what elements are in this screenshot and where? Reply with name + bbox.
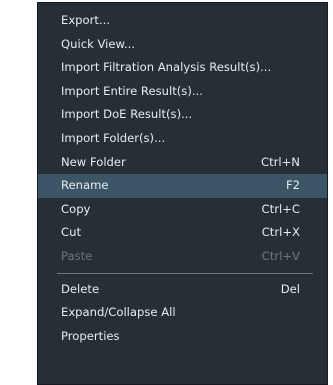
- menu-item-copy[interactable]: Copy Ctrl+C: [38, 198, 327, 222]
- menu-item-label: Expand/Collapse All: [61, 305, 176, 320]
- menu-item-import-folders[interactable]: Import Folder(s)...: [38, 127, 327, 151]
- menu-item-shortcut: Ctrl+N: [260, 154, 300, 169]
- menu-item-import-entire-results[interactable]: Import Entire Result(s)...: [38, 80, 327, 104]
- menu-item-label: Delete: [61, 281, 100, 296]
- menu-item-import-filtration-analysis[interactable]: Import Filtration Analysis Result(s)...: [38, 56, 327, 80]
- menu-item-label: Paste: [61, 248, 93, 263]
- menu-item-shortcut: Del: [280, 281, 300, 296]
- menu-item-export[interactable]: Export...: [38, 9, 327, 33]
- menu-item-properties[interactable]: Properties: [38, 325, 327, 349]
- menu-item-label: Copy: [61, 201, 91, 216]
- menu-item-label: Properties: [61, 328, 120, 343]
- menu-item-rename[interactable]: Rename F2: [38, 174, 327, 198]
- menu-item-paste: Paste Ctrl+V: [38, 245, 327, 269]
- menu-item-label: Import Folder(s)...: [61, 130, 166, 145]
- menu-item-label: Export...: [61, 13, 111, 27]
- menu-item-label: Import Filtration Analysis Result(s)...: [61, 60, 272, 75]
- menu-item-shortcut: Ctrl+V: [261, 248, 300, 263]
- menu-item-label: Quick View...: [61, 36, 135, 51]
- menu-item-shortcut: Ctrl+C: [261, 201, 300, 216]
- menu-item-label: Rename: [61, 178, 109, 193]
- menu-item-import-doe-results[interactable]: Import DoE Result(s)...: [38, 103, 327, 127]
- menu-item-expand-collapse-all[interactable]: Expand/Collapse All: [38, 301, 327, 325]
- menu-item-shortcut: Ctrl+X: [261, 225, 300, 240]
- menu-item-delete[interactable]: Delete Del: [38, 278, 327, 302]
- menu-item-quick-view[interactable]: Quick View...: [38, 33, 327, 57]
- menu-item-label: Import DoE Result(s)...: [61, 107, 193, 122]
- menu-item-label: New Folder: [61, 154, 126, 169]
- menu-item-cut[interactable]: Cut Ctrl+X: [38, 221, 327, 245]
- menu-item-label: Cut: [61, 225, 81, 240]
- menu-item-label: Import Entire Result(s)...: [61, 83, 203, 98]
- menu-item-shortcut: F2: [285, 178, 300, 193]
- menu-separator: [57, 272, 313, 274]
- context-menu: Export... Quick View... Import Filtratio…: [37, 2, 328, 385]
- menu-item-new-folder[interactable]: New Folder Ctrl+N: [38, 151, 327, 175]
